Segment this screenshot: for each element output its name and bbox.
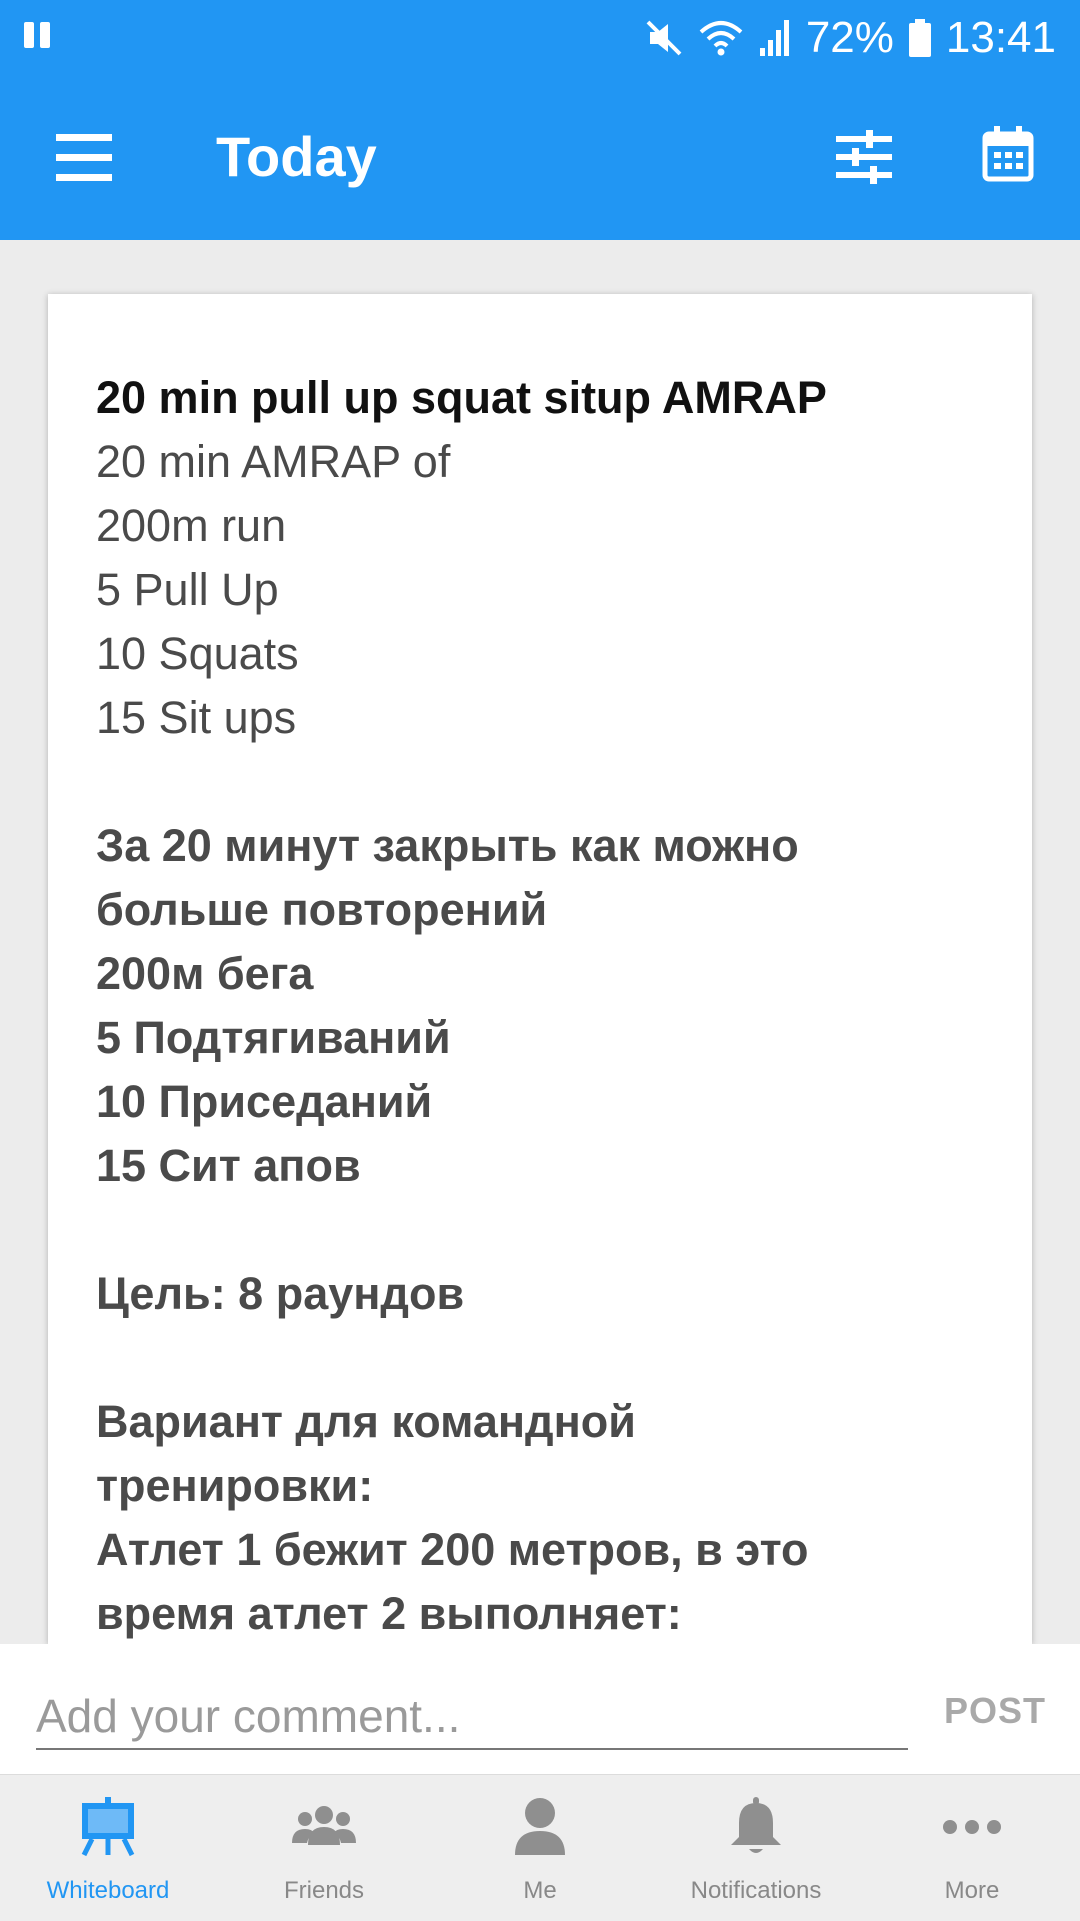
nav-label: Friends	[283, 1877, 365, 1904]
nav-friends[interactable]: Friends	[216, 1775, 432, 1921]
workout-line: 10 Squats	[96, 628, 299, 679]
nav-label: Whiteboard	[46, 1877, 170, 1904]
workout-line: 15 Сит апов	[96, 1140, 361, 1191]
nav-more[interactable]: More	[864, 1775, 1080, 1921]
post-button[interactable]: POST	[944, 1690, 1046, 1732]
calendar-icon[interactable]	[982, 126, 1034, 187]
workout-line: 5 Pull Up	[96, 564, 279, 615]
comment-bar: POST	[0, 1644, 1080, 1774]
workout-line: тренировки:	[96, 1460, 374, 1511]
filter-sliders-icon[interactable]	[836, 130, 892, 189]
friends-icon	[216, 1797, 432, 1857]
workout-line: 5 Подтягиваний	[96, 1012, 451, 1063]
nav-me[interactable]: Me	[432, 1775, 648, 1921]
app-bar: Today	[0, 76, 1080, 240]
workout-line: Вариант для командной	[96, 1396, 636, 1447]
person-icon	[432, 1797, 648, 1857]
comment-input[interactable]	[36, 1686, 906, 1746]
workout-line: 20 min AMRAP of	[96, 436, 451, 487]
workout-line: 10 Приседаний	[96, 1076, 433, 1127]
workout-line: Цель: 8 раундов	[96, 1268, 465, 1319]
workout-line: больше повторений	[96, 884, 548, 935]
clock: 13:41	[945, 13, 1056, 62]
workout-line: Атлет 1 бежит 200 метров, в это	[96, 1524, 809, 1575]
workout-line: 200м бега	[96, 948, 314, 999]
battery-percent: 72%	[805, 13, 894, 62]
workout-line: За 20 минут закрыть как можно	[96, 820, 799, 871]
status-icons: 72% 13:41	[644, 12, 1056, 64]
wifi-icon	[698, 18, 744, 58]
comment-underline	[36, 1748, 908, 1750]
page-title: Today	[216, 125, 377, 188]
signal-icon	[758, 18, 792, 58]
whiteboard-icon	[0, 1797, 216, 1857]
nav-label: Notifications	[690, 1877, 822, 1904]
nav-whiteboard[interactable]: Whiteboard	[0, 1775, 216, 1921]
workout-line: время атлет 2 выполняет:	[96, 1588, 682, 1639]
workout-card: 20 min pull up squat situp AMRAP 20 min …	[48, 294, 1032, 1644]
bottom-nav: Whiteboard Friends Me Notifications More	[0, 1774, 1080, 1921]
nav-notifications[interactable]: Notifications	[648, 1775, 864, 1921]
pause-icon	[22, 20, 54, 55]
status-bar: 72% 13:41	[0, 0, 1080, 76]
workout-line: 15 Sit ups	[96, 692, 297, 743]
battery-icon	[908, 18, 932, 58]
more-dots-icon	[864, 1797, 1080, 1857]
menu-icon[interactable]	[56, 132, 112, 187]
nav-label: Me	[523, 1877, 557, 1904]
workout-content: 20 min pull up squat situp AMRAP 20 min …	[96, 366, 996, 1644]
mute-icon	[644, 18, 684, 58]
bell-icon	[648, 1797, 864, 1857]
workout-title: 20 min pull up squat situp AMRAP	[96, 372, 827, 423]
workout-line: 200m run	[96, 500, 287, 551]
nav-label: More	[944, 1877, 1000, 1904]
